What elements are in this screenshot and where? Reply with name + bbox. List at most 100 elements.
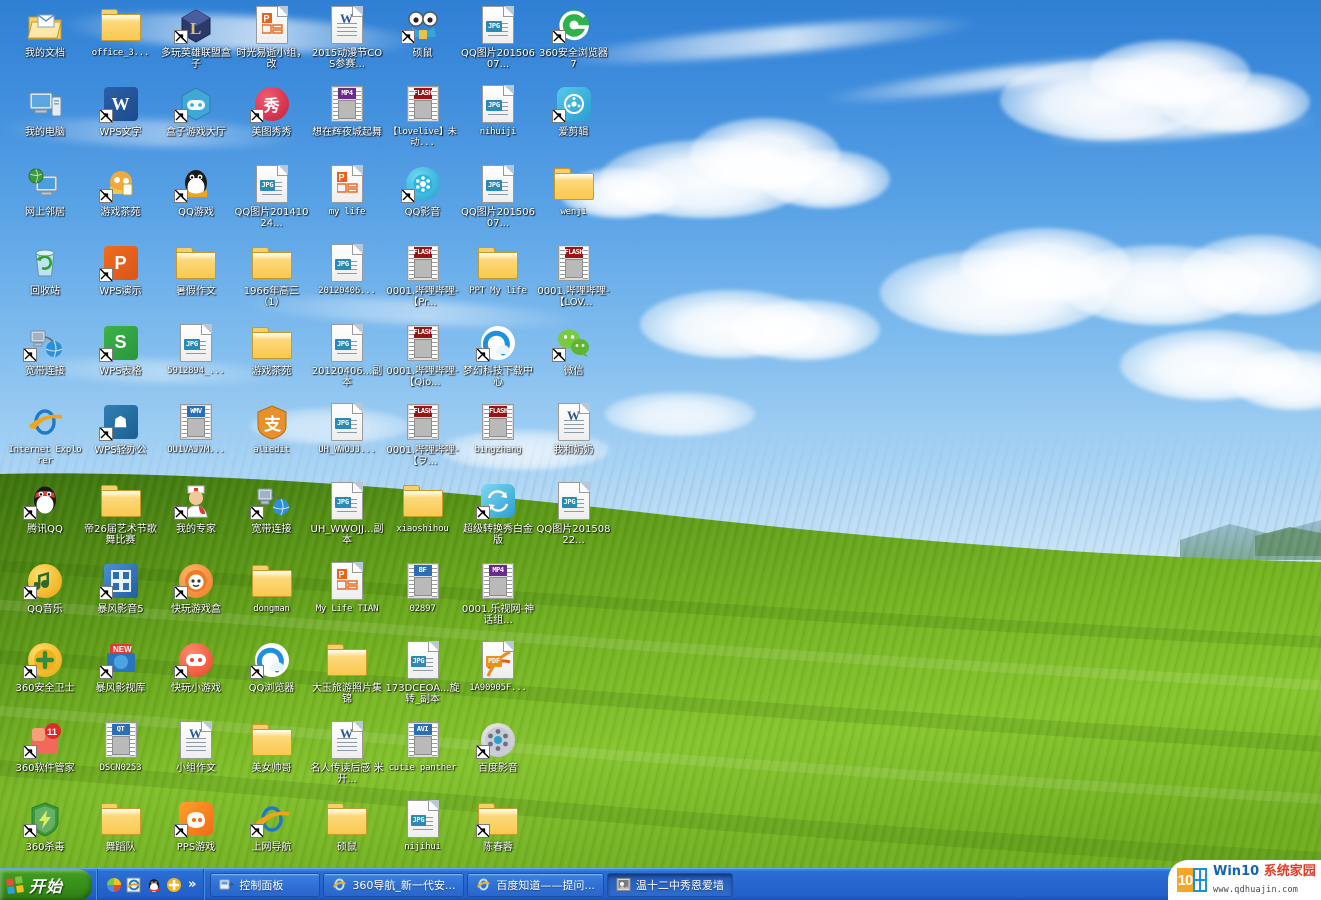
taskbar-task-button[interactable]: 百度知道——提问... <box>467 872 604 897</box>
show-desktop-icon[interactable] <box>105 876 123 894</box>
desktop-icon[interactable]: FLASH 0001.哔哩哔哩-【Qio... <box>386 322 460 388</box>
quick-launch-overflow-icon[interactable]: » <box>185 878 199 891</box>
desktop-icon[interactable]: W 小组作文 <box>159 719 233 774</box>
desktop-icon[interactable]: JPG QQ图片20150607... <box>461 163 535 229</box>
desktop-icon[interactable]: 硕鼠 <box>310 798 384 853</box>
desktop-icon[interactable]: 美女帅哥 <box>235 719 309 774</box>
desktop-icon[interactable]: QQ浏览器 <box>235 639 309 694</box>
desktop-icon[interactable]: QT DSCN0253 <box>84 719 158 774</box>
desktop-icon[interactable]: JPG QQ图片20141024... <box>235 163 309 229</box>
desktop-icon[interactable]: P 时光易逝小组，改 <box>235 4 309 70</box>
desktop-icon-grid[interactable]: 我的文档 office_3... L 多玩英雄联盟盒子 P 时光易逝小组，改 W 2015动漫… <box>0 0 620 860</box>
desktop-icon[interactable]: wenji <box>537 163 611 218</box>
360-quick-icon[interactable] <box>165 876 183 894</box>
desktop-icon[interactable]: 支 aliedit <box>235 401 309 456</box>
desktop-icon[interactable]: 游戏茶苑 <box>84 163 158 218</box>
desktop-icon[interactable]: QQ音乐 <box>8 560 82 615</box>
desktop-icon[interactable]: JPG nihuiji <box>461 83 535 138</box>
desktop-icon[interactable]: 360安全浏览器7 <box>537 4 611 70</box>
desktop-icon[interactable]: JPG 20120406...副本 <box>310 322 384 388</box>
desktop-icon[interactable]: Internet Explorer <box>8 401 82 467</box>
desktop-icon[interactable]: AVI cutie panther <box>386 719 460 774</box>
desktop-icon[interactable]: JPG QQ图片20150607... <box>461 4 535 70</box>
desktop-icon[interactable]: L 多玩英雄联盟盒子 <box>159 4 233 70</box>
desktop-icon[interactable]: JPG 173DCEOA...旋转_副本 <box>386 639 460 705</box>
desktop-icon[interactable]: 360安全卫士 <box>8 639 82 694</box>
desktop-icon[interactable]: office_3... <box>84 4 158 59</box>
desktop[interactable]: 我的文档 office_3... L 多玩英雄联盟盒子 P 时光易逝小组，改 W 2015动漫… <box>0 0 1321 900</box>
desktop-icon[interactable]: FLASH 0001.哔哩哔哩-【Pr... <box>386 242 460 308</box>
desktop-icon[interactable]: QQ游戏 <box>159 163 233 218</box>
desktop-icon[interactable]: 游戏茶苑 <box>235 322 309 377</box>
desktop-icon[interactable]: 陈春蓉 <box>461 798 535 853</box>
desktop-icon[interactable]: JPG 5912894_... <box>159 322 233 377</box>
desktop-icon[interactable]: 梦幻科技下载中心 <box>461 322 535 388</box>
desktop-icon[interactable]: 我的专家 <box>159 480 233 535</box>
desktop-icon[interactable]: 快玩游戏盒 <box>159 560 233 615</box>
desktop-icon[interactable]: MP4 想在辉夜城起舞 <box>310 83 384 138</box>
taskbar[interactable]: 开始 » 控制面板 360导航_新一代安... 百度知道——提问... 温十二中… <box>0 868 1321 900</box>
desktop-icon[interactable]: 宽带连接 <box>235 480 309 535</box>
start-button[interactable]: 开始 <box>0 869 92 900</box>
desktop-icon[interactable]: MP4 0001.乐视网-神话组... <box>461 560 535 626</box>
desktop-icon[interactable]: P WPS演示 <box>84 242 158 297</box>
desktop-icon[interactable]: 大玉旅游照片集锦 <box>310 639 384 705</box>
desktop-icon[interactable]: 微信 <box>537 322 611 377</box>
desktop-icon[interactable]: 快玩小游戏 <box>159 639 233 694</box>
taskbar-task-button[interactable]: 温十二中秀恩爱墙 <box>606 872 733 897</box>
desktop-icon[interactable]: JPG QQ图片20150822... <box>537 480 611 546</box>
desktop-icon[interactable]: JPG UH_WWOJJ... <box>310 401 384 456</box>
desktop-icon[interactable]: 暴风影音5 <box>84 560 158 615</box>
desktop-icon[interactable]: BF 02897 <box>386 560 460 615</box>
desktop-icon[interactable]: 回收站 <box>8 242 82 297</box>
desktop-icon[interactable]: 帝26届艺术节歌舞比赛 <box>84 480 158 546</box>
desktop-icon[interactable]: FLASH 0001.哔哩哔哩-【ヲ... <box>386 401 460 467</box>
desktop-icon[interactable]: PPT My life <box>461 242 535 297</box>
desktop-icon[interactable]: JPG UH_WWOJJ...副本 <box>310 480 384 546</box>
desktop-icon[interactable]: P My Life TIAN <box>310 560 384 615</box>
desktop-icon[interactable]: 1966年高三（1） <box>235 242 309 308</box>
word-doc-icon: W <box>550 401 598 443</box>
desktop-icon[interactable]: PPS游戏 <box>159 798 233 853</box>
ie-quick-icon[interactable] <box>125 876 143 894</box>
qq-quick-icon[interactable] <box>145 876 163 894</box>
desktop-icon[interactable]: WMV OU1VAJ7M... <box>159 401 233 456</box>
desktop-icon[interactable]: JPG nijihui <box>386 798 460 853</box>
desktop-icon[interactable]: 腾讯QQ <box>8 480 82 535</box>
desktop-icon[interactable]: 网上邻居 <box>8 163 82 218</box>
desktop-icon[interactable]: 宽带连接 <box>8 322 82 377</box>
desktop-icon[interactable]: Pmy life <box>310 163 384 218</box>
desktop-icon[interactable]: ☗ WPS轻办公 <box>84 401 158 456</box>
desktop-icon[interactable]: S WPS表格 <box>84 322 158 377</box>
quick-launch-bar[interactable]: » <box>96 869 203 900</box>
desktop-icon[interactable]: 11 360软件管家 <box>8 719 82 774</box>
desktop-icon[interactable]: 上网导航 <box>235 798 309 853</box>
task-buttons[interactable]: 控制面板 360导航_新一代安... 百度知道——提问... 温十二中秀恩爱墙 <box>203 869 1321 900</box>
desktop-icon[interactable]: W 名人传读后感 米开... <box>310 719 384 785</box>
desktop-icon[interactable]: JPG 20120406... <box>310 242 384 297</box>
taskbar-task-button[interactable]: 控制面板 <box>210 872 321 897</box>
desktop-icon[interactable]: PDF 1A90905F... <box>461 639 535 694</box>
desktop-icon[interactable]: 爱剪辑 <box>537 83 611 138</box>
desktop-icon[interactable]: 我的电脑 <box>8 83 82 138</box>
desktop-icon[interactable]: W WPS文字 <box>84 83 158 138</box>
desktop-icon[interactable]: FLASH 【lovelive】未动... <box>386 83 460 149</box>
desktop-icon[interactable]: 360杀毒 <box>8 798 82 853</box>
desktop-icon[interactable]: dongman <box>235 560 309 615</box>
desktop-icon[interactable]: FLASH 0001.哔哩哔哩-【LOV... <box>537 242 611 308</box>
desktop-icon[interactable]: W 我和奶奶 <box>537 401 611 456</box>
desktop-icon[interactable]: 硕鼠 <box>386 4 460 59</box>
desktop-icon[interactable]: QQ影音 <box>386 163 460 218</box>
desktop-icon[interactable]: xiaoshihou <box>386 480 460 535</box>
desktop-icon[interactable]: 百度影音 <box>461 719 535 774</box>
desktop-icon[interactable]: 舞蹈队 <box>84 798 158 853</box>
desktop-icon[interactable]: 我的文档 <box>8 4 82 59</box>
taskbar-task-button[interactable]: 360导航_新一代安... <box>323 872 465 897</box>
desktop-icon[interactable]: 暑假作文 <box>159 242 233 297</box>
desktop-icon[interactable]: FLASH bingzhang <box>461 401 535 456</box>
desktop-icon[interactable]: 盒子游戏大厅 <box>159 83 233 138</box>
desktop-icon[interactable]: NEW 暴风影视库 <box>84 639 158 694</box>
desktop-icon[interactable]: 超级转换秀白金版 <box>461 480 535 546</box>
desktop-icon[interactable]: W 2015动漫节COS参赛... <box>310 4 384 70</box>
desktop-icon[interactable]: 秀美图秀秀 <box>235 83 309 138</box>
